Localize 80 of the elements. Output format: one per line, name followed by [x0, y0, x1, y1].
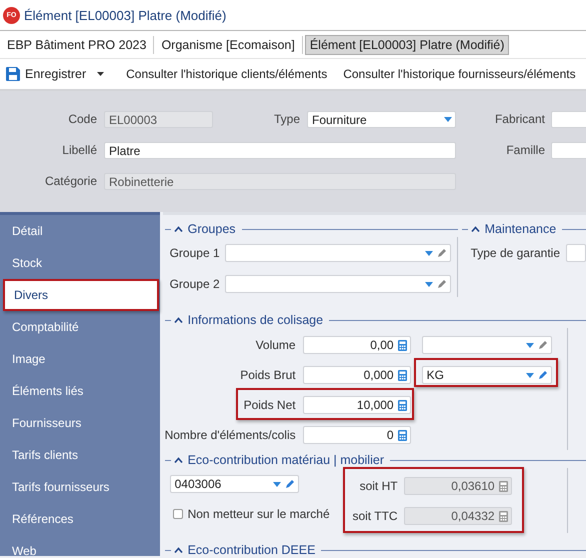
dropdown-field[interactable]: 0403006	[170, 475, 299, 493]
dropdown-arrow-icon[interactable]	[526, 372, 534, 378]
field-label: Poids Brut	[239, 368, 297, 382]
calculator-icon[interactable]	[398, 430, 407, 440]
input-field[interactable]: 0,00	[302, 336, 411, 354]
input-field: EL00003	[104, 111, 213, 128]
field-label: Famille	[505, 142, 545, 159]
dropdown-arrow-icon[interactable]	[526, 342, 534, 348]
calculator-icon[interactable]	[398, 340, 407, 350]
dropdown-field[interactable]: KG	[422, 366, 552, 384]
sidebar-item[interactable]: Références	[0, 503, 160, 535]
dropdown-field[interactable]: Fourniture	[307, 111, 456, 128]
pencil-icon[interactable]	[538, 370, 548, 380]
sidebar-item[interactable]: Comptabilité	[0, 311, 160, 343]
field-label: Poids Net	[242, 398, 297, 412]
calculator-icon[interactable]	[498, 480, 508, 492]
sidebar-item[interactable]: Fournisseurs	[0, 407, 160, 439]
section-title: Informations de colisage	[188, 313, 324, 327]
sidebar-item[interactable]: Stock	[0, 247, 160, 279]
caret-down-icon	[97, 72, 104, 76]
caret-icon[interactable]	[470, 226, 480, 232]
calculator-icon[interactable]	[398, 370, 407, 380]
section-title: Maintenance	[484, 222, 556, 236]
sidebar-item[interactable]: Image	[0, 343, 160, 375]
sidebar-item[interactable]: Tarifs fournisseurs	[0, 471, 160, 503]
caret-icon[interactable]	[174, 226, 183, 232]
save-button[interactable]: Enregistrer	[6, 67, 104, 81]
field-label: Nombre d'éléments/colis	[164, 428, 297, 442]
pencil-icon[interactable]	[436, 279, 447, 289]
input-field[interactable]: Platre	[104, 142, 456, 159]
dropdown-arrow-icon[interactable]	[424, 282, 433, 286]
input-field: 0,03610	[404, 477, 512, 495]
pencil-icon[interactable]	[284, 479, 295, 489]
field-label: Volume	[254, 338, 297, 352]
input-field: Robinetterie	[104, 173, 456, 190]
dropdown-arrow-icon[interactable]	[272, 482, 281, 486]
caret-icon[interactable]	[174, 457, 183, 463]
dropdown-field[interactable]	[225, 244, 451, 262]
sidebar-item[interactable]: Éléments liés	[0, 375, 160, 407]
breadcrumb-tab[interactable]: EBP Bâtiment PRO 2023	[2, 34, 152, 54]
breadcrumb-tab[interactable]: Organisme [Ecomaison]	[156, 34, 300, 54]
dropdown-field[interactable]	[225, 275, 451, 293]
pencil-icon[interactable]	[436, 248, 447, 258]
input-field[interactable]	[566, 244, 586, 262]
pencil-icon[interactable]	[538, 340, 548, 350]
sidebar-item[interactable]: Tarifs clients	[0, 439, 160, 471]
window-title: Élément [EL00003] Platre (Modifié)	[24, 8, 226, 22]
field-label: Catégorie	[44, 173, 97, 190]
calculator-icon[interactable]	[498, 510, 508, 522]
field-label: Fabricant	[494, 111, 545, 128]
field-label: Groupe 1	[170, 246, 221, 260]
field-label: soit HT	[358, 479, 399, 493]
input-field[interactable]: 0,000	[302, 366, 411, 384]
field-label: Libellé	[61, 142, 97, 159]
input-field[interactable]: 10,000	[302, 396, 411, 414]
section-title: Groupes	[188, 222, 236, 236]
field-label: Type de garantie	[470, 246, 560, 260]
calculator-icon[interactable]	[398, 400, 407, 410]
input-field: 0,04332	[404, 507, 512, 525]
input-field[interactable]: 0	[302, 426, 411, 444]
field-label: Type	[272, 111, 300, 128]
sidebar-item[interactable]: Divers	[3, 279, 159, 311]
field-label: soit TTC	[351, 509, 399, 523]
save-icon	[6, 67, 20, 81]
checkbox-label: Non metteur sur le marché	[188, 507, 330, 521]
field-label: Code	[67, 111, 97, 128]
toolbar-link[interactable]: Consulter l'historique clients/éléments	[126, 67, 328, 81]
sidebar-item[interactable]: Détail	[0, 215, 160, 247]
checkbox[interactable]	[172, 509, 183, 519]
section-title: Eco-contribution DEEE	[188, 543, 316, 557]
dropdown-arrow-icon[interactable]	[444, 117, 452, 122]
toolbar-link[interactable]: Consulter l'historique fournisseurs/éléments	[343, 67, 576, 81]
field-label: Groupe 2	[170, 277, 221, 291]
dropdown-field[interactable]	[422, 336, 552, 354]
section-title: Eco-contribution matériau | mobilier	[188, 453, 384, 467]
caret-icon[interactable]	[174, 547, 183, 553]
dropdown-arrow-icon[interactable]	[424, 250, 433, 256]
sidebar-item[interactable]: Web	[0, 535, 160, 558]
caret-icon[interactable]	[174, 317, 183, 323]
breadcrumb-tab[interactable]: Élément [EL00003] Platre (Modifié)	[304, 34, 510, 54]
